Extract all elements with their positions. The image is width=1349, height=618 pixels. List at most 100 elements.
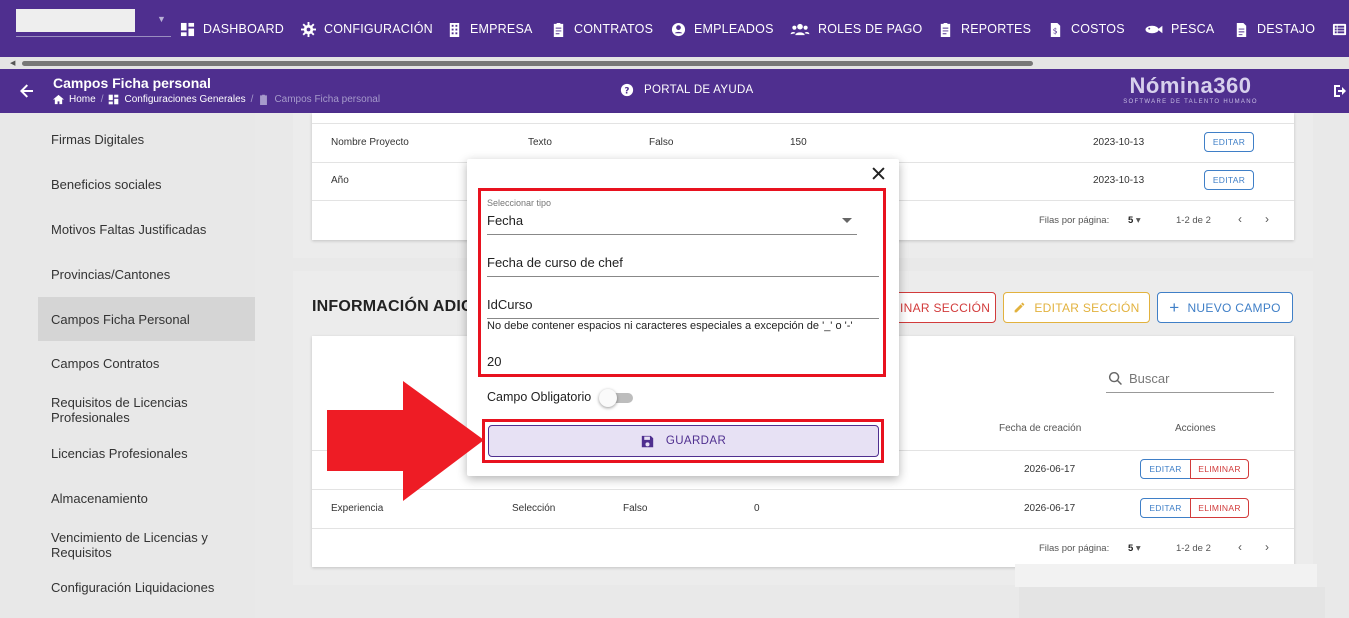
- new-field-button[interactable]: + NUEVO CAMPO: [1157, 292, 1293, 323]
- sidebar-item-licencias[interactable]: Licencias Profesionales: [38, 438, 255, 468]
- nav-more[interactable]: [1332, 18, 1347, 40]
- sidebar-item-label: Campos Contratos: [51, 355, 160, 371]
- nav-label: CONFIGURACIÓN: [324, 22, 433, 36]
- edit-field-button[interactable]: EDITAR: [1204, 170, 1254, 190]
- breadcrumb-config[interactable]: Configuraciones Generales: [124, 94, 245, 105]
- sidebar-item-label: Licencias Profesionales: [51, 445, 188, 461]
- table-cell: Texto: [528, 137, 552, 148]
- nav-label: PESCA: [1171, 22, 1215, 36]
- column-header-fecha: Fecha de creación: [999, 423, 1082, 434]
- nav-empleados[interactable]: EMPLEADOS: [671, 18, 774, 40]
- scrollbar-thumb[interactable]: [22, 61, 1033, 66]
- gear-icon: [301, 21, 316, 37]
- logout-icon[interactable]: [1332, 83, 1348, 99]
- table-cell: 2026-06-17: [1024, 503, 1076, 514]
- list-icon: [1332, 23, 1347, 35]
- home-icon: [53, 94, 64, 105]
- sidebar-item-requisitos[interactable]: Requisitos de Licencias Profesionales: [38, 393, 238, 427]
- nav-empresa[interactable]: EMPRESA: [447, 18, 533, 40]
- next-page-icon[interactable]: ›: [1265, 540, 1269, 554]
- sidebar-item-provincias[interactable]: Provincias/Cantones: [38, 259, 255, 289]
- sidebar-item-beneficios[interactable]: Beneficios sociales: [38, 169, 255, 199]
- edit-field-button[interactable]: EDITAR: [1140, 459, 1191, 479]
- search-icon: [1108, 371, 1122, 385]
- logo-tagline: SOFTWARE DE TALENTO HUMANO: [1123, 99, 1258, 105]
- delete-section-button[interactable]: MINAR SECCIÓN: [884, 292, 996, 323]
- table-cell: 0: [754, 503, 760, 514]
- sidebar-item-campos-ficha[interactable]: Campos Ficha Personal: [38, 297, 255, 341]
- breadcrumb-separator: /: [250, 94, 254, 105]
- chevron-down-icon[interactable]: ▼: [157, 14, 166, 24]
- redacted-area: [1015, 564, 1317, 587]
- delete-field-button[interactable]: ELIMINAR: [1190, 498, 1249, 518]
- table-cell: Falso: [623, 503, 648, 514]
- table-cell: Falso: [649, 137, 674, 148]
- prev-page-icon[interactable]: ‹: [1238, 212, 1242, 226]
- rows-per-page-select[interactable]: 5 ▾: [1128, 543, 1141, 554]
- table-cell: 2023-10-13: [1093, 175, 1145, 186]
- required-toggle-thumb[interactable]: [599, 389, 617, 407]
- breadcrumb: Home / Configuraciones Generales / Campo…: [53, 94, 380, 105]
- nav-pesca[interactable]: PESCA: [1143, 18, 1214, 40]
- search-placeholder: Buscar: [1129, 371, 1170, 386]
- pagination-range: 1-2 de 2: [1176, 543, 1211, 554]
- settings-sidebar: Firmas Digitales Beneficios sociales Mot…: [0, 113, 255, 618]
- required-toggle-label: Campo Obligatorio: [487, 390, 592, 404]
- help-portal-link[interactable]: ? PORTAL DE AYUDA: [620, 83, 754, 97]
- company-selector[interactable]: [16, 9, 135, 32]
- svg-text:$: $: [1053, 26, 1058, 35]
- rows-per-page-select[interactable]: 5 ▾: [1128, 215, 1141, 226]
- sidebar-item-vencimiento[interactable]: Vencimiento de Licencias y Requisitos: [38, 528, 238, 562]
- pagination-range: 1-2 de 2: [1176, 215, 1211, 226]
- employee-icon: [671, 22, 686, 36]
- row-divider: [312, 528, 1294, 529]
- building-icon: [449, 22, 460, 37]
- sidebar-item-faltas[interactable]: Motivos Faltas Justificadas: [38, 214, 255, 244]
- scroll-left-icon[interactable]: ◀: [10, 59, 15, 67]
- dashboard-icon: [180, 22, 195, 36]
- breadcrumb-home[interactable]: Home: [69, 94, 96, 105]
- nav-reportes[interactable]: REPORTES: [938, 18, 1031, 40]
- nav-label: REPORTES: [961, 22, 1032, 36]
- horizontal-scrollbar[interactable]: ◀: [0, 57, 1349, 69]
- back-arrow-icon[interactable]: [17, 81, 37, 101]
- sidebar-item-firmas[interactable]: Firmas Digitales: [38, 124, 255, 154]
- sidebar-item-label: Configuración Liquidaciones: [51, 579, 215, 595]
- search-input[interactable]: Buscar: [1106, 365, 1274, 393]
- table-cell: Nombre Proyecto: [331, 137, 409, 148]
- delete-field-button[interactable]: ELIMINAR: [1190, 459, 1249, 479]
- delete-section-label: MINAR SECCIÓN: [889, 300, 991, 315]
- sidebar-item-label: Provincias/Cantones: [51, 266, 171, 282]
- nav-roles-de-pago[interactable]: ROLES DE PAGO: [790, 18, 922, 40]
- nav-destajo[interactable]: DESTAJO: [1234, 18, 1315, 40]
- nav-contratos[interactable]: CONTRATOS: [551, 18, 653, 40]
- prev-page-icon[interactable]: ‹: [1238, 540, 1242, 554]
- sidebar-item-campos-contratos[interactable]: Campos Contratos: [38, 348, 255, 378]
- edit-section-label: EDITAR SECCIÓN: [1034, 300, 1140, 315]
- sidebar-item-label: Motivos Faltas Justificadas: [51, 221, 207, 237]
- pencil-icon: [1014, 302, 1025, 313]
- nav-configuracion[interactable]: CONFIGURACIÓN: [301, 18, 433, 40]
- edit-section-button[interactable]: EDITAR SECCIÓN: [1003, 292, 1150, 323]
- nav-dashboard[interactable]: DASHBOARD: [180, 18, 284, 40]
- group-icon: [790, 23, 810, 35]
- edit-field-button[interactable]: EDITAR: [1204, 132, 1254, 152]
- new-field-label: NUEVO CAMPO: [1187, 300, 1281, 315]
- sidebar-item-almacenamiento[interactable]: Almacenamiento: [38, 483, 255, 513]
- sidebar-item-liquidaciones[interactable]: Configuración Liquidaciones: [38, 572, 255, 602]
- sidebar-item-label: Requisitos de Licencias Profesionales: [51, 395, 188, 425]
- next-page-icon[interactable]: ›: [1265, 212, 1269, 226]
- highlight-box-save: [482, 419, 884, 463]
- nav-label: EMPLEADOS: [694, 22, 774, 36]
- edit-field-button[interactable]: EDITAR: [1140, 498, 1191, 518]
- section-title: INFORMACIÓN ADIC: [312, 298, 473, 315]
- logo-text: Nómina360: [1129, 73, 1252, 98]
- table-cell: 150: [790, 137, 807, 148]
- invoice-icon: $: [1050, 22, 1061, 37]
- nav-costos[interactable]: $ COSTOS: [1048, 18, 1125, 40]
- sidebar-item-label: Beneficios sociales: [51, 176, 162, 192]
- column-header-acciones: Acciones: [1175, 423, 1216, 434]
- clipboard-icon: [260, 94, 268, 105]
- close-icon[interactable]: [872, 167, 885, 180]
- help-icon: ?: [620, 83, 634, 97]
